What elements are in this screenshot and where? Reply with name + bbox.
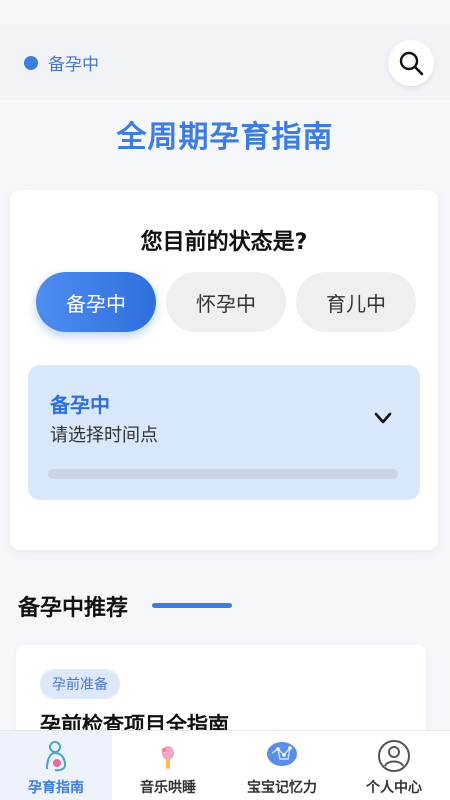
state-option-preparing[interactable]: 备孕中	[36, 272, 156, 332]
state-option-pregnant[interactable]: 怀孕中	[166, 272, 286, 332]
state-card: 您目前的状态是? 备孕中 怀孕中 育儿中 备孕中 请选择时间点	[10, 190, 438, 550]
recommend-section-title: 备孕中推荐	[18, 596, 129, 621]
music-icon	[162, 746, 174, 769]
tab-label: 音乐哄睡	[140, 780, 196, 796]
top-bar: 备孕中	[0, 26, 450, 100]
stage-progress-track	[48, 469, 398, 479]
tab-pregnancy-guide[interactable]: 孕育指南	[0, 731, 112, 800]
tab-music-sleep[interactable]: 音乐哄睡	[112, 731, 224, 800]
status-dot-icon	[24, 55, 38, 70]
stage-name: 备孕中	[50, 393, 110, 417]
search-button[interactable]	[388, 40, 434, 86]
stage-selector[interactable]: 备孕中 请选择时间点	[28, 365, 420, 500]
tab-baby-memory[interactable]: 宝宝记忆力	[226, 731, 338, 800]
page-title: 全周期孕育指南	[116, 120, 334, 155]
tab-label: 个人中心	[366, 780, 422, 796]
recommend-tag: 孕前准备	[40, 669, 120, 699]
state-option-parenting[interactable]: 育儿中	[296, 272, 416, 332]
mother-baby-icon	[46, 741, 67, 772]
state-question: 您目前的状态是?	[140, 230, 308, 255]
status-label: 备孕中	[48, 55, 99, 75]
bottom-tab-bar: 孕育指南 音乐哄睡 宝宝记忆力 个人中心	[0, 730, 450, 800]
search-icon	[399, 51, 424, 76]
current-status[interactable]: 备孕中	[24, 50, 99, 75]
chevron-down-icon[interactable]	[372, 407, 394, 429]
tab-label: 孕育指南	[28, 780, 84, 796]
section-underline	[152, 603, 232, 608]
stage-hint: 请选择时间点	[50, 425, 158, 446]
user-icon	[378, 740, 410, 772]
tab-profile[interactable]: 个人中心	[338, 731, 450, 800]
tab-label: 宝宝记忆力	[247, 780, 317, 796]
brain-icon	[267, 742, 297, 766]
